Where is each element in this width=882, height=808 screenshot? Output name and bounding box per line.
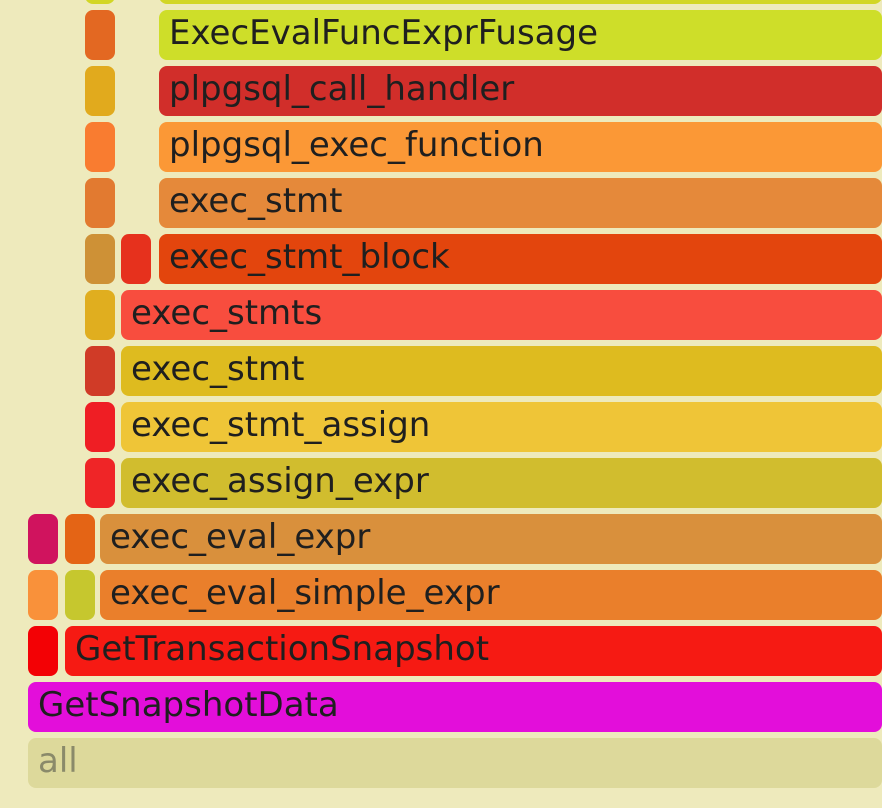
flame-frame[interactable]: GetSnapshotData (28, 682, 882, 732)
flame-frame[interactable] (159, 0, 882, 4)
flame-frame[interactable]: exec_stmt_block (159, 234, 882, 284)
flame-frame[interactable]: GetTransactionSnapshot (65, 626, 882, 676)
flame-frame[interactable]: exec_stmt_assign (121, 402, 882, 452)
flame-frame[interactable] (85, 0, 115, 4)
flame-frame[interactable] (28, 570, 58, 620)
flame-frame[interactable] (85, 290, 115, 340)
flame-frame[interactable] (121, 234, 151, 284)
flame-frame[interactable]: all (28, 738, 882, 788)
flame-frame[interactable] (85, 402, 115, 452)
flame-frame[interactable] (85, 178, 115, 228)
flame-frame[interactable]: exec_stmt (121, 346, 882, 396)
flame-frame[interactable] (65, 514, 95, 564)
flame-frame[interactable]: exec_eval_expr (100, 514, 882, 564)
flame-frame[interactable] (28, 626, 58, 676)
flame-frame[interactable] (85, 346, 115, 396)
flame-frame[interactable] (28, 514, 58, 564)
flame-frame[interactable] (85, 234, 115, 284)
flame-frame[interactable]: plpgsql_exec_function (159, 122, 882, 172)
flame-frame[interactable]: exec_stmts (121, 290, 882, 340)
flame-frame[interactable] (85, 458, 115, 508)
flame-frame[interactable]: ExecEvalFuncExprFusage (159, 10, 882, 60)
flame-frame[interactable]: exec_eval_simple_expr (100, 570, 882, 620)
flame-frame[interactable]: exec_stmt (159, 178, 882, 228)
flame-frame[interactable] (85, 66, 115, 116)
flame-frame[interactable]: plpgsql_call_handler (159, 66, 882, 116)
flame-frame[interactable] (85, 122, 115, 172)
flame-frame[interactable] (85, 10, 115, 60)
flame-frame[interactable]: exec_assign_expr (121, 458, 882, 508)
flame-frame[interactable] (65, 570, 95, 620)
